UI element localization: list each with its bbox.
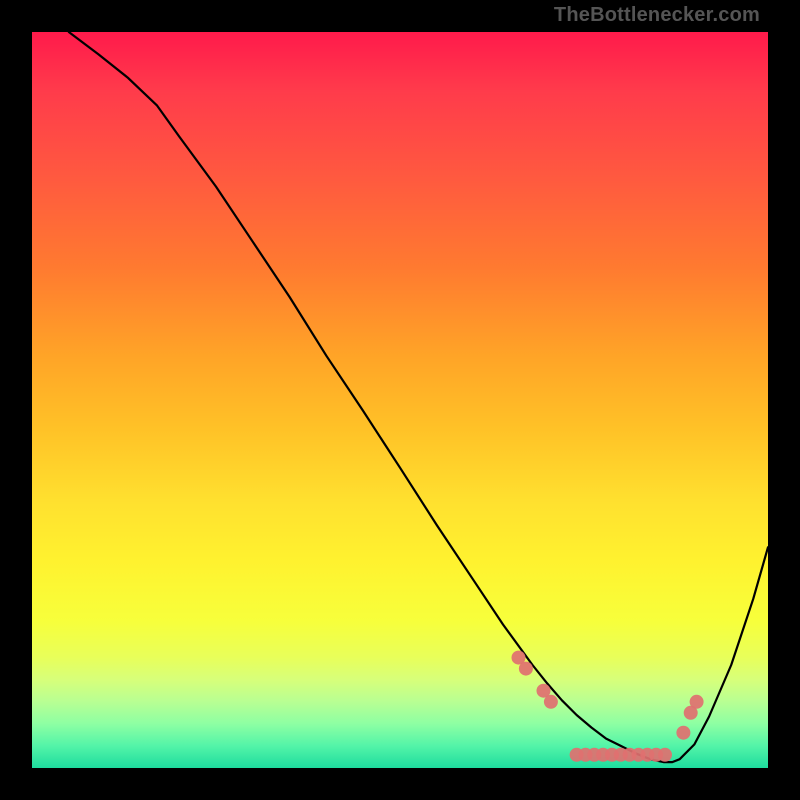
plot-area	[32, 32, 768, 768]
chart-frame: TheBottlenecker.com	[0, 0, 800, 800]
curve-marker	[519, 662, 533, 676]
curve-marker	[658, 748, 672, 762]
curve-marker	[676, 726, 690, 740]
bottleneck-curve	[69, 32, 768, 762]
curve-marker	[544, 695, 558, 709]
curve-layer	[69, 32, 768, 762]
chart-svg	[32, 32, 768, 768]
credit-label: TheBottlenecker.com	[554, 4, 760, 27]
marker-layer	[512, 651, 704, 762]
curve-marker	[690, 695, 704, 709]
